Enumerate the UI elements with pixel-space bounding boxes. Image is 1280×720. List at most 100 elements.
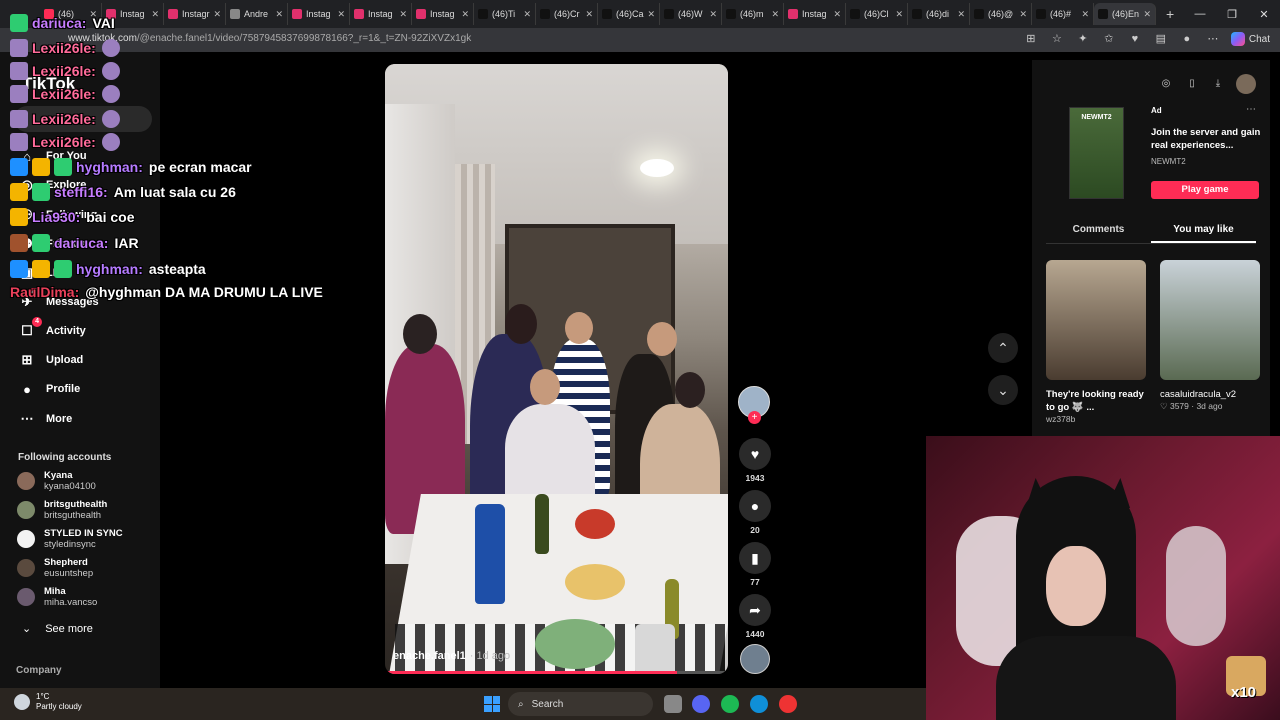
browser-tab[interactable]: (46)m ✕ (722, 3, 784, 25)
browser-tab[interactable]: Instagr ✕ (164, 3, 226, 25)
profile-avatar-icon[interactable]: ● (1179, 31, 1195, 47)
menu-icon[interactable]: ⋯ (1205, 31, 1221, 47)
tab-close-icon[interactable]: ✕ (585, 9, 593, 20)
extensions-icon[interactable]: ✦ (1075, 31, 1091, 47)
tab-close-icon[interactable]: ✕ (1143, 9, 1151, 20)
compass-icon[interactable]: ◎ (1158, 76, 1174, 92)
favorites-icon[interactable]: ✩ (1101, 31, 1117, 47)
browser-tab[interactable]: (46)Ti ✕ (474, 3, 536, 25)
tab-close-icon[interactable]: ✕ (895, 9, 903, 20)
download-icon[interactable]: ⤓ (1210, 76, 1226, 92)
browser-tab[interactable]: (46)Cr ✕ (536, 3, 598, 25)
browser-tab[interactable]: Instag ✕ (412, 3, 474, 25)
chat-username: Lia930: (32, 209, 81, 225)
video-player[interactable]: enache.fanel1 · 1d ago (385, 64, 728, 674)
see-more-button[interactable]: ⌄ See more (22, 622, 93, 636)
tab-close-icon[interactable]: ✕ (709, 9, 717, 20)
browser-tab[interactable]: Instag ✕ (350, 3, 412, 25)
tab-close-icon[interactable]: ✕ (523, 9, 531, 20)
weather-widget[interactable]: 1°C Partly cloudy (14, 692, 82, 712)
sound-avatar[interactable] (740, 644, 770, 674)
video-author[interactable]: enache.fanel1 (393, 650, 466, 662)
browser-tab[interactable]: (46)W ✕ (660, 3, 722, 25)
tab-close-icon[interactable]: ✕ (771, 9, 779, 20)
activity-icon: ☐ 4 (18, 317, 42, 340)
browser-tab[interactable]: (46)@ ✕ (970, 3, 1032, 25)
discord-icon[interactable] (692, 695, 710, 713)
phone-icon[interactable]: ▯ (1184, 76, 1200, 92)
sidebar-item-profile[interactable]: ● Profile (18, 380, 80, 398)
spotify-icon[interactable] (721, 695, 739, 713)
ad-more-icon[interactable]: ⋯ (1246, 104, 1256, 115)
sidebar-item-upload[interactable]: ⊞ Upload (18, 351, 84, 369)
chat-username: steffi16: (54, 184, 108, 200)
collections-icon[interactable]: ▤ (1153, 31, 1169, 47)
browser-tab[interactable]: Instag ✕ (784, 3, 846, 25)
address-bar[interactable]: www.tiktok.com/@enache.fanel1/video/7587… (0, 28, 1280, 52)
ad-title[interactable]: Join the server and gain real experience… (1151, 126, 1261, 152)
next-video-button[interactable]: ⌄ (988, 375, 1018, 405)
tab-close-icon[interactable]: ✕ (213, 9, 221, 20)
browser-tab[interactable]: (46)Ca ✕ (598, 3, 660, 25)
tab-comments[interactable]: Comments (1046, 220, 1151, 243)
browser-tab[interactable]: (46)Cl ✕ (846, 3, 908, 25)
tab-close-icon[interactable]: ✕ (647, 9, 655, 20)
comment-button[interactable]: ● 20 (738, 490, 772, 535)
following-account[interactable]: Kyana kyana04100 (17, 470, 96, 492)
browser-tab[interactable]: (46)di ✕ (908, 3, 970, 25)
save-count: 77 (750, 577, 760, 587)
tab-close-icon[interactable]: ✕ (957, 9, 965, 20)
recommendation-card[interactable]: They're looking ready to go 🐺 ... wz378b (1046, 260, 1146, 424)
windows-start-icon[interactable] (484, 696, 500, 712)
following-account[interactable]: britsguthealth britsguthealth (17, 499, 107, 521)
browser-tab[interactable]: (46)# ✕ (1032, 3, 1094, 25)
taskbar-search[interactable]: ⌕ Search (508, 692, 653, 716)
tab-close-icon[interactable]: ✕ (151, 9, 159, 20)
recommendation-card[interactable]: casaluidracula_v2 ♡ 3579 · 3d ago (1160, 260, 1260, 412)
following-account[interactable]: Miha miha.vancso (17, 586, 97, 608)
tab-close-icon[interactable]: ✕ (1081, 9, 1089, 20)
file-explorer-icon[interactable] (664, 695, 682, 713)
following-account[interactable]: STYLED IN SYNC styledinsync (17, 528, 123, 550)
close-window-button[interactable]: ✕ (1248, 8, 1280, 21)
like-button[interactable]: ♥ 1943 (738, 438, 772, 483)
minimize-button[interactable]: — (1184, 8, 1216, 20)
app-icon[interactable] (779, 695, 797, 713)
share-button[interactable]: ➦ 1440 (738, 594, 772, 639)
video-progress-bar[interactable] (385, 671, 728, 674)
favorite-star-icon[interactable]: ☆ (1049, 31, 1065, 47)
browser-tab[interactable]: Instag ✕ (288, 3, 350, 25)
company-link[interactable]: Company (16, 665, 62, 676)
chat-label: Chat (1248, 33, 1270, 45)
apps-icon[interactable]: ⊞ (1023, 31, 1039, 47)
browser-tab[interactable]: (46)En ✕ (1094, 3, 1156, 25)
chat-badge-icon (54, 158, 72, 176)
tab-close-icon[interactable]: ✕ (833, 9, 841, 20)
account-handle: kyana04100 (44, 481, 96, 492)
tab-close-icon[interactable]: ✕ (1019, 9, 1027, 20)
tab-you-may-like[interactable]: You may like (1151, 220, 1256, 243)
video-caption: enache.fanel1 · 1d ago (393, 650, 510, 662)
copilot-icon[interactable]: ♥ (1127, 31, 1143, 47)
ad-image[interactable]: NEWMT2 (1069, 107, 1124, 199)
edge-icon[interactable] (750, 695, 768, 713)
tab-favicon-icon (974, 9, 984, 19)
tab-close-icon[interactable]: ✕ (275, 9, 283, 20)
chat-button[interactable]: Chat (1230, 32, 1270, 46)
chevron-down-icon: ⌄ (22, 623, 32, 635)
browser-tab[interactable]: Andre ✕ (226, 3, 288, 25)
sidebar-item-activity[interactable]: ☐ 4 Activity (18, 317, 86, 340)
tab-close-icon[interactable]: ✕ (399, 9, 407, 20)
tab-close-icon[interactable]: ✕ (461, 9, 469, 20)
following-account[interactable]: Shepherd eusuntshep (17, 557, 93, 579)
save-button[interactable]: ▮ 77 (738, 542, 772, 587)
url-text[interactable]: www.tiktok.com/@enache.fanel1/video/7587… (68, 33, 471, 44)
tab-close-icon[interactable]: ✕ (337, 9, 345, 20)
user-avatar[interactable] (1236, 74, 1256, 94)
new-tab-button[interactable]: + (1166, 6, 1174, 22)
sidebar-item-more[interactable]: ⋯ More (18, 410, 73, 428)
maximize-button[interactable]: ❐ (1216, 8, 1248, 21)
previous-video-button[interactable]: ⌃ (988, 333, 1018, 363)
play-game-button[interactable]: Play game (1151, 181, 1259, 199)
follow-plus-icon[interactable]: + (748, 411, 761, 424)
